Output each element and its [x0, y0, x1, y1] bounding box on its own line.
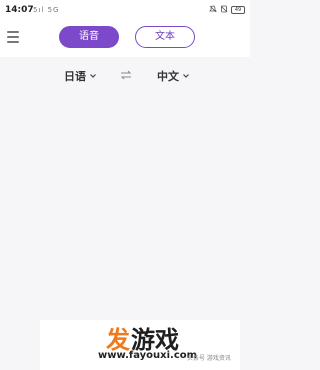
menu-icon[interactable]	[7, 31, 19, 43]
watermark: 发 游戏 www.fayouxi.com 头条号 游戏资讯	[40, 320, 240, 370]
swap-icon[interactable]	[120, 69, 132, 81]
target-language-selector[interactable]: 中文	[157, 68, 190, 84]
status-icons: 49	[209, 5, 245, 15]
status-bar: 14:07 5ıl 5G 49	[0, 0, 250, 20]
source-language-label: 日语	[64, 70, 86, 83]
source-language-selector[interactable]: 日语	[64, 68, 97, 84]
watermark-credit: 头条号 游戏资讯	[187, 355, 231, 362]
silent-icon	[209, 5, 217, 15]
chevron-down-icon	[90, 74, 96, 78]
language-selector-row: 日语 中文	[0, 57, 250, 97]
chevron-down-icon	[183, 74, 189, 78]
mute-icon	[220, 5, 228, 15]
signal-icon: 5ıl 5G	[33, 6, 60, 14]
watermark-url: www.fayouxi.com	[98, 350, 198, 361]
top-bar: 语音 文本	[0, 20, 250, 57]
translation-content-area	[0, 97, 250, 320]
tab-voice[interactable]: 语音	[59, 26, 119, 48]
battery-icon: 49	[231, 6, 245, 14]
status-time: 14:07	[5, 5, 34, 15]
tab-text[interactable]: 文本	[135, 26, 195, 48]
target-language-label: 中文	[157, 70, 179, 83]
